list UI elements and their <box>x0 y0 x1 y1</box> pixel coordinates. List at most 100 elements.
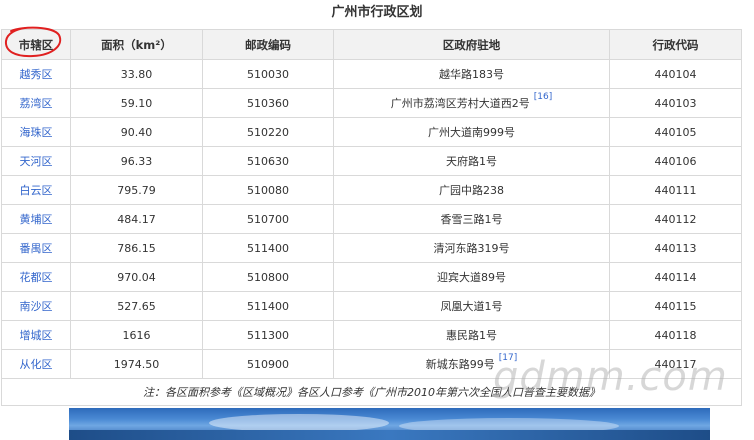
code-cell: 440118 <box>609 320 742 350</box>
district-cell: 白云区 <box>1 175 71 205</box>
seat-text: 天府路1号 <box>446 155 497 168</box>
code-cell: 440105 <box>609 117 742 147</box>
city-photo-banner <box>69 408 710 440</box>
seat-text: 迎宾大道89号 <box>437 271 506 284</box>
seat-cell: 天府路1号 <box>333 146 610 176</box>
seat-cell: 新城东路99号 [17] <box>333 349 610 379</box>
code-cell: 440103 <box>609 88 742 118</box>
district-cell: 黄埔区 <box>1 204 71 234</box>
header-code: 行政代码 <box>609 29 742 60</box>
district-link[interactable]: 增城区 <box>20 329 53 342</box>
code-cell: 440115 <box>609 291 742 321</box>
code-cell: 440112 <box>609 204 742 234</box>
district-link[interactable]: 荔湾区 <box>20 97 53 110</box>
area-cell: 96.33 <box>70 146 203 176</box>
table-caption: 广州市行政区划 <box>331 5 423 20</box>
seat-cell: 惠民路1号 <box>333 320 610 350</box>
table-row: 黄埔区 484.17 510700 香雪三路1号 440112 <box>1 204 742 234</box>
postcode-cell: 511400 <box>202 291 334 321</box>
skyline-shape <box>69 430 710 440</box>
district-cell: 荔湾区 <box>1 88 71 118</box>
code-cell: 440114 <box>609 262 742 292</box>
area-cell: 786.15 <box>70 233 203 263</box>
header-postcode: 邮政编码 <box>202 29 334 60</box>
postcode-cell: 510030 <box>202 59 334 89</box>
citation-link[interactable]: [17] <box>499 353 517 363</box>
header-area: 面积（km²） <box>70 29 203 60</box>
table-note: 注：各区面积参考《区域概况》各区人口参考《广州市2010年第六次全国人口普查主要… <box>1 378 742 406</box>
code-cell: 440117 <box>609 349 742 379</box>
district-link[interactable]: 花都区 <box>20 271 53 284</box>
district-table: 市辖区 面积（km²） 邮政编码 区政府驻地 行政代码 越秀区 33.80 5100… <box>1 29 742 406</box>
code-cell: 440113 <box>609 233 742 263</box>
postcode-cell: 510900 <box>202 349 334 379</box>
header-district: 市辖区 <box>1 29 71 60</box>
code-cell: 440104 <box>609 59 742 89</box>
seat-text: 清河东路319号 <box>433 242 510 255</box>
postcode-cell: 510800 <box>202 262 334 292</box>
district-cell: 南沙区 <box>1 291 71 321</box>
seat-text: 凤凰大道1号 <box>440 300 503 313</box>
seat-text: 惠民路1号 <box>446 329 497 342</box>
table-row: 南沙区 527.65 511400 凤凰大道1号 440115 <box>1 291 742 321</box>
seat-cell: 广州市荔湾区芳村大道西2号 [16] <box>333 88 610 118</box>
seat-cell: 凤凰大道1号 <box>333 291 610 321</box>
district-cell: 番禺区 <box>1 233 71 263</box>
citation-link[interactable]: [16] <box>534 92 552 102</box>
seat-cell: 越华路183号 <box>333 59 610 89</box>
seat-text: 越华路183号 <box>439 68 504 81</box>
area-cell: 484.17 <box>70 204 203 234</box>
seat-cell: 广州大道南999号 <box>333 117 610 147</box>
area-cell: 1616 <box>70 320 203 350</box>
postcode-cell: 510630 <box>202 146 334 176</box>
area-cell: 90.40 <box>70 117 203 147</box>
area-cell: 795.79 <box>70 175 203 205</box>
code-cell: 440106 <box>609 146 742 176</box>
seat-text: 广园中路238 <box>439 184 504 197</box>
table-row: 番禺区 786.15 511400 清河东路319号 440113 <box>1 233 742 263</box>
seat-cell: 迎宾大道89号 <box>333 262 610 292</box>
district-link[interactable]: 海珠区 <box>20 126 53 139</box>
seat-text: 广州市荔湾区芳村大道西2号 <box>390 97 530 110</box>
district-cell: 越秀区 <box>1 59 71 89</box>
area-cell: 970.04 <box>70 262 203 292</box>
district-link[interactable]: 天河区 <box>20 155 53 168</box>
area-cell: 1974.50 <box>70 349 203 379</box>
postcode-cell: 511300 <box>202 320 334 350</box>
district-link[interactable]: 南沙区 <box>20 300 53 313</box>
table-row: 从化区 1974.50 510900 新城东路99号 [17] 440117 <box>1 349 742 379</box>
area-cell: 59.10 <box>70 88 203 118</box>
district-link[interactable]: 黄埔区 <box>20 213 53 226</box>
postcode-cell: 510220 <box>202 117 334 147</box>
header-row: 市辖区 面积（km²） 邮政编码 区政府驻地 行政代码 <box>1 29 742 60</box>
area-cell: 527.65 <box>70 291 203 321</box>
seat-text: 香雪三路1号 <box>440 213 503 226</box>
seat-text: 广州大道南999号 <box>428 126 515 139</box>
seat-cell: 清河东路319号 <box>333 233 610 263</box>
district-cell: 花都区 <box>1 262 71 292</box>
table-row: 白云区 795.79 510080 广园中路238 440111 <box>1 175 742 205</box>
district-link[interactable]: 从化区 <box>20 358 53 371</box>
district-link[interactable]: 白云区 <box>20 184 53 197</box>
note-row: 注：各区面积参考《区域概况》各区人口参考《广州市2010年第六次全国人口普查主要… <box>1 378 742 406</box>
district-link[interactable]: 越秀区 <box>20 68 53 81</box>
postcode-cell: 510360 <box>202 88 334 118</box>
postcode-cell: 510080 <box>202 175 334 205</box>
table-row: 荔湾区 59.10 510360 广州市荔湾区芳村大道西2号 [16] 440103 <box>1 88 742 118</box>
table-row: 海珠区 90.40 510220 广州大道南999号 440105 <box>1 117 742 147</box>
postcode-cell: 511400 <box>202 233 334 263</box>
header-seat: 区政府驻地 <box>333 29 610 60</box>
code-cell: 440111 <box>609 175 742 205</box>
district-cell: 天河区 <box>1 146 71 176</box>
table-row: 增城区 1616 511300 惠民路1号 440118 <box>1 320 742 350</box>
area-cell: 33.80 <box>70 59 203 89</box>
table-row: 花都区 970.04 510800 迎宾大道89号 440114 <box>1 262 742 292</box>
seat-cell: 香雪三路1号 <box>333 204 610 234</box>
district-cell: 从化区 <box>1 349 71 379</box>
postcode-cell: 510700 <box>202 204 334 234</box>
table-row: 越秀区 33.80 510030 越华路183号 440104 <box>1 59 742 89</box>
district-cell: 增城区 <box>1 320 71 350</box>
seat-cell: 广园中路238 <box>333 175 610 205</box>
district-link[interactable]: 番禺区 <box>20 242 53 255</box>
district-cell: 海珠区 <box>1 117 71 147</box>
